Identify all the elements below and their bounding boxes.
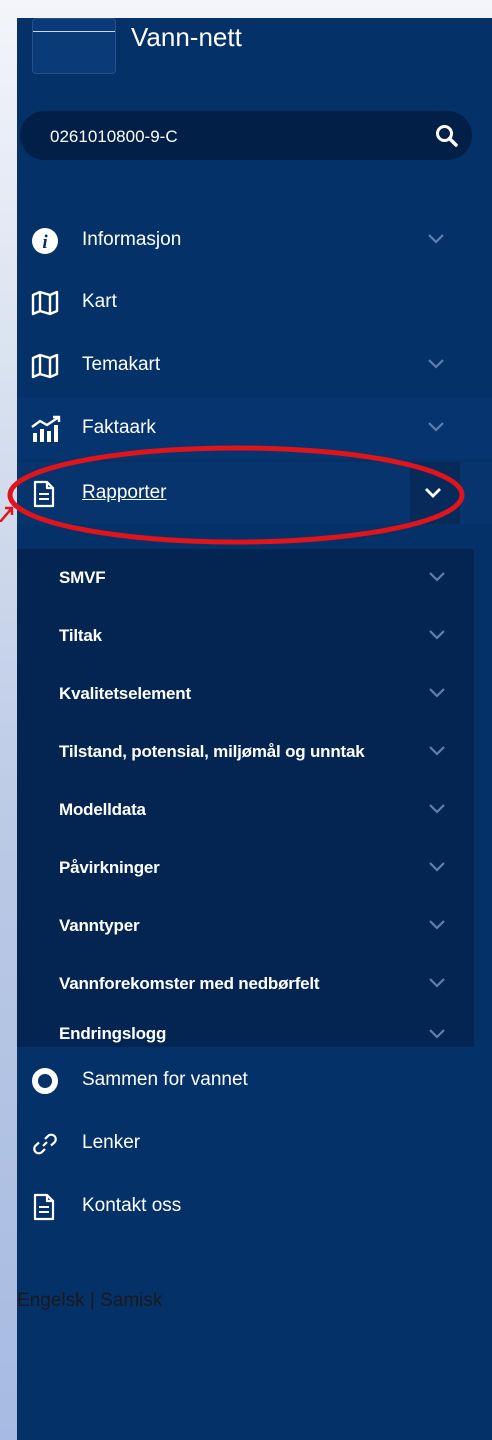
lang-separator: | <box>89 1290 95 1311</box>
map-icon <box>31 289 59 317</box>
nav-item-label: Kontakt oss <box>82 1195 182 1216</box>
submenu-item-pavirkninger[interactable]: Påvirkninger <box>17 839 474 897</box>
nav-item-label: Informasjon <box>82 229 182 250</box>
submenu-item-tiltak[interactable]: Tiltak <box>17 607 474 665</box>
app-title: Vann-nett <box>131 22 242 52</box>
nav-item-temakart[interactable]: Temakart <box>17 334 492 396</box>
chevron-down-icon[interactable] <box>428 571 446 583</box>
submenu-item-label: Kvalitetselement <box>59 684 191 703</box>
svg-text:i: i <box>42 232 48 253</box>
chevron-down-icon[interactable] <box>428 803 446 815</box>
submenu-item-endringslogg[interactable]: Endringslogg <box>17 1013 474 1047</box>
nav-item-label: Kart <box>82 291 117 312</box>
submenu-item-modelldata[interactable]: Modelldata <box>17 781 474 839</box>
chevron-down-icon[interactable] <box>427 358 445 370</box>
nav-item-sammen-for-vannet[interactable]: Sammen for vannet <box>17 1049 492 1111</box>
nav-item-label: Lenker <box>82 1132 141 1153</box>
submenu-item-kvalitetselement[interactable]: Kvalitetselement <box>17 665 474 723</box>
nav-item-label: Temakart <box>82 354 161 375</box>
chevron-down-icon[interactable] <box>428 1028 446 1040</box>
map-icon <box>31 352 59 380</box>
chevron-down-icon[interactable] <box>428 745 446 757</box>
sidebar: Vann-nett i Informasjon Kart Temakart Fa… <box>17 18 492 1440</box>
info-icon: i <box>31 227 59 255</box>
search-icon[interactable] <box>434 123 460 149</box>
annotation-arrow-icon <box>0 506 14 522</box>
nav-item-label: Faktaark <box>82 417 156 438</box>
search-input[interactable] <box>48 111 412 162</box>
submenu-item-vannforekomster[interactable]: Vannforekomster med nedbørfelt <box>17 955 474 1013</box>
document-icon <box>31 480 59 508</box>
nav-item-kart[interactable]: Kart <box>17 271 492 333</box>
submenu-item-label: Tiltak <box>59 626 102 645</box>
chevron-down-icon[interactable] <box>427 421 445 433</box>
search-bar <box>20 111 472 162</box>
nav-item-label: Rapporter <box>82 482 167 503</box>
submenu-item-label: Vannforekomster med nedbørfelt <box>59 974 320 993</box>
logo[interactable] <box>32 18 116 74</box>
nav-item-faktaark[interactable]: Faktaark <box>17 397 492 459</box>
link-icon <box>31 1130 59 1158</box>
lang-samisk-link[interactable]: Samisk <box>100 1290 162 1311</box>
submenu-item-label: Endringslogg <box>59 1024 167 1043</box>
chevron-down-icon[interactable] <box>428 919 446 931</box>
nav-item-rapporter[interactable]: Rapporter <box>17 462 492 524</box>
chevron-down-icon[interactable] <box>428 977 446 989</box>
language-switcher: Engelsk | Samisk <box>17 1290 162 1312</box>
nav-item-kontakt-oss[interactable]: Kontakt oss <box>17 1175 492 1237</box>
submenu-item-label: SMVF <box>59 568 106 587</box>
submenu-item-tilstand[interactable]: Tilstand, potensial, miljømål og unntak <box>17 723 474 781</box>
chevron-down-icon[interactable] <box>428 629 446 641</box>
nav-item-lenker[interactable]: Lenker <box>17 1112 492 1174</box>
chevron-down-icon[interactable] <box>428 687 446 699</box>
submenu-item-label: Modelldata <box>59 800 146 819</box>
nav-item-label: Sammen for vannet <box>82 1069 248 1090</box>
submenu-item-label: Påvirkninger <box>59 858 160 877</box>
expand-toggle[interactable] <box>410 462 460 524</box>
circle-icon <box>31 1067 59 1095</box>
submenu-item-smvf[interactable]: SMVF <box>17 549 474 607</box>
chevron-down-icon[interactable] <box>428 861 446 873</box>
document-icon <box>31 1193 59 1221</box>
rapporter-submenu: SMVF Tiltak Kvalitetselement Tilstand, p… <box>17 549 474 1047</box>
chart-icon <box>31 415 61 443</box>
submenu-item-label: Vanntyper <box>59 916 140 935</box>
chevron-down-icon[interactable] <box>427 233 445 245</box>
lang-english-link[interactable]: Engelsk <box>17 1290 85 1311</box>
submenu-item-label: Tilstand, potensial, miljømål og unntak <box>59 742 365 761</box>
submenu-item-vanntyper[interactable]: Vanntyper <box>17 897 474 955</box>
nav-item-informasjon[interactable]: i Informasjon <box>17 209 492 271</box>
chevron-down-icon[interactable] <box>424 487 442 499</box>
